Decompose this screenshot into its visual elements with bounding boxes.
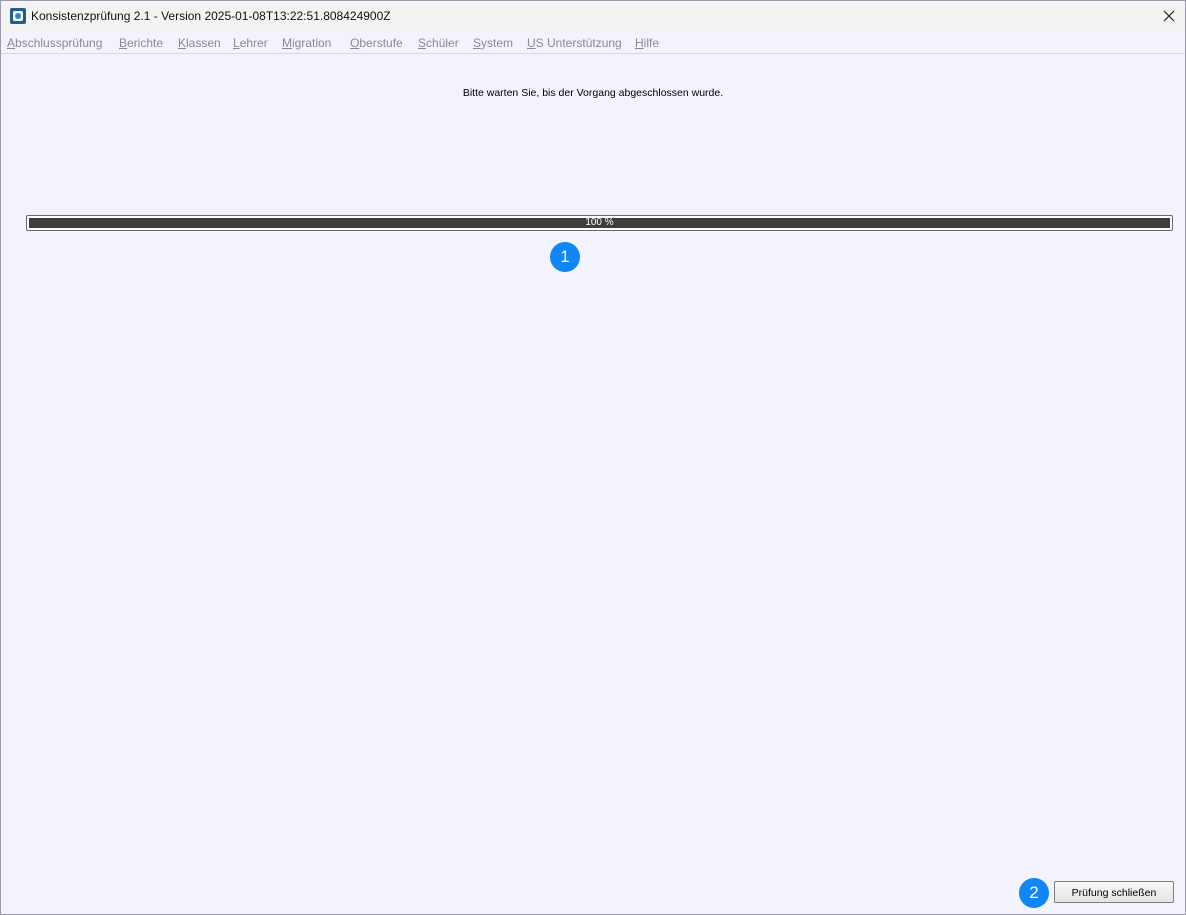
menu-us-unterstuetzung[interactable]: US Unterstützung [527, 36, 622, 50]
close-check-button[interactable]: Prüfung schließen [1054, 881, 1174, 903]
app-logo-icon [10, 8, 26, 24]
close-window-button[interactable] [1153, 1, 1185, 32]
annotation-badge-1: 1 [550, 242, 580, 272]
window-title: Konsistenzprüfung 2.1 - Version 2025-01-… [31, 9, 391, 23]
title-bar: Konsistenzprüfung 2.1 - Version 2025-01-… [1, 1, 1185, 32]
annotation-badge-2: 2 [1019, 878, 1049, 908]
progress-bar: 100 % [26, 215, 1173, 231]
menu-abschlusspruefung[interactable]: Abschlussprüfung [7, 36, 102, 50]
menu-klassen[interactable]: Klassen [178, 36, 221, 50]
menu-system[interactable]: System [473, 36, 513, 50]
menu-bar: Abschlussprüfung Berichte Klassen Lehrer… [1, 32, 1185, 54]
menu-berichte[interactable]: Berichte [119, 36, 163, 50]
progress-label: 100 % [585, 217, 614, 228]
menu-oberstufe[interactable]: Oberstufe [350, 36, 403, 50]
menu-hilfe[interactable]: Hilfe [635, 36, 659, 50]
menu-schueler[interactable]: Schüler [418, 36, 459, 50]
menu-lehrer[interactable]: Lehrer [233, 36, 268, 50]
app-window: Konsistenzprüfung 2.1 - Version 2025-01-… [0, 0, 1186, 915]
close-icon [1163, 10, 1175, 22]
status-message: Bitte warten Sie, bis der Vorgang abgesc… [462, 87, 724, 99]
menu-migration[interactable]: Migration [282, 36, 331, 50]
